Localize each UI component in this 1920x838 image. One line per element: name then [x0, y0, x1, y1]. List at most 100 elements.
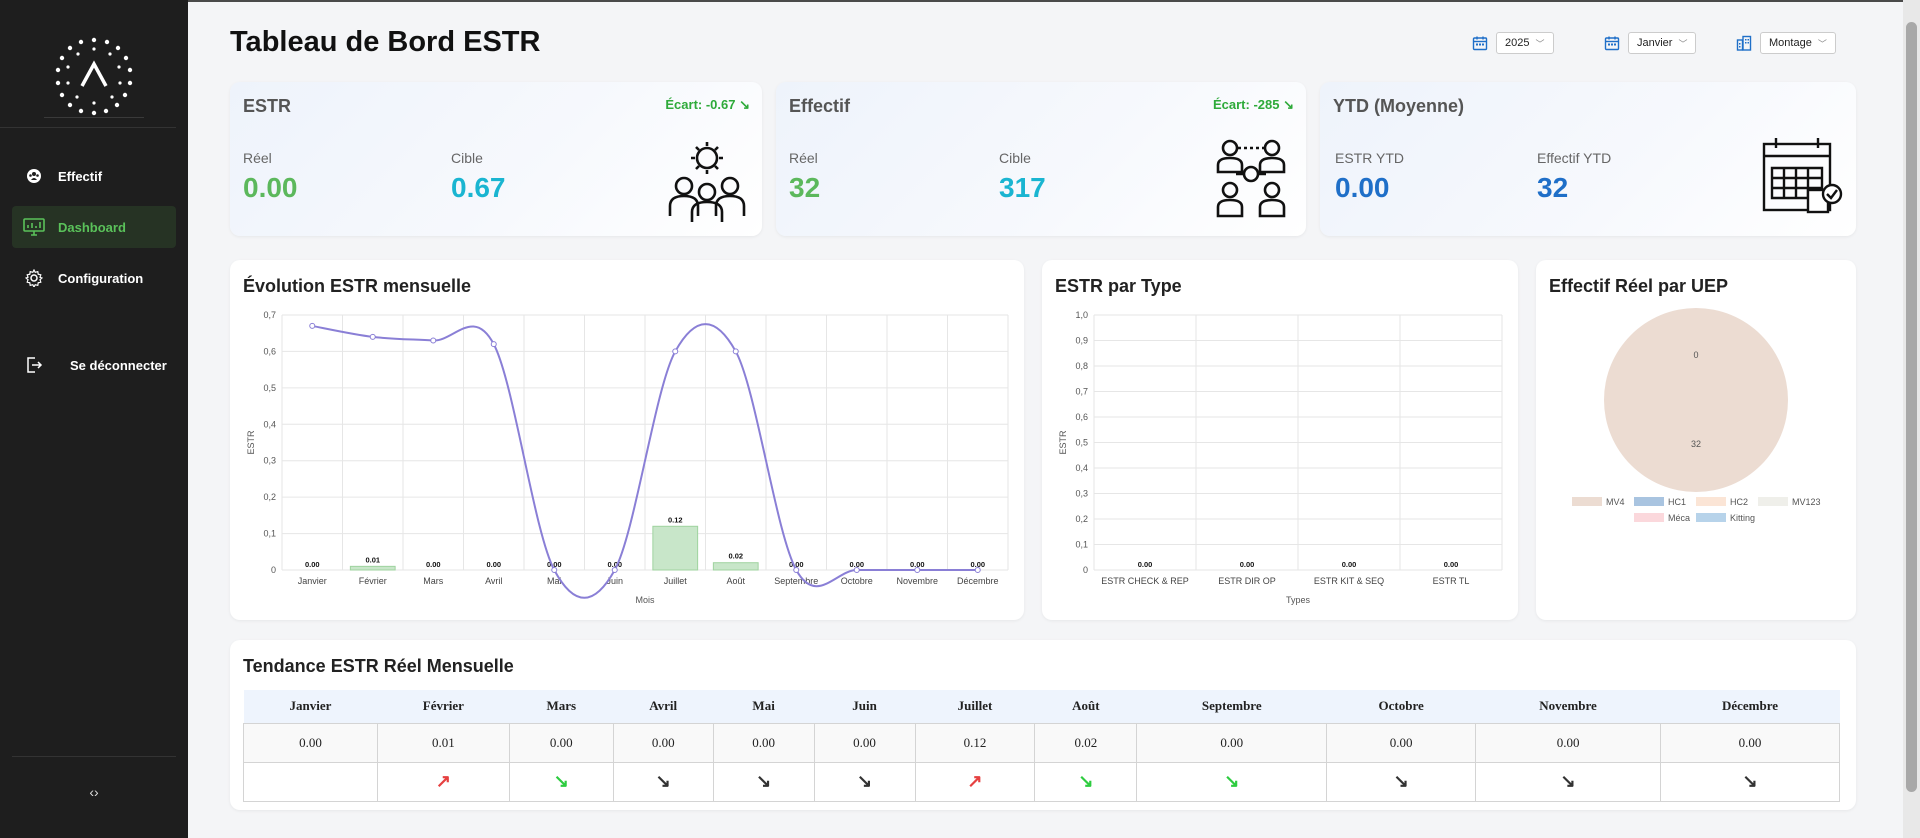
year-value: 2025	[1505, 37, 1530, 49]
table-cell: ↘	[612, 761, 714, 802]
card-title: Effectif Réel par UEP	[1549, 276, 1729, 296]
reel-value: 32	[789, 172, 821, 203]
pie-data-label: 32	[1691, 439, 1701, 449]
ecart-badge: Écart: -0.67 ↘	[665, 97, 750, 113]
data-label: 0.00	[305, 560, 320, 569]
collapse-sidebar-button[interactable]: ‹›	[82, 780, 106, 804]
pie-data-label: 0	[1693, 350, 1698, 360]
table-cell: 0.00	[712, 722, 815, 763]
table-cell: ↘	[712, 761, 815, 802]
column-header: Mars	[509, 690, 614, 723]
page-title: Tableau de Bord ESTR	[230, 26, 541, 58]
sidebar-item-label: Effectif	[58, 168, 103, 184]
year-filter: 2025 ﹀	[1472, 32, 1554, 54]
y-tick-label: 0,8	[1075, 361, 1088, 371]
legend-swatch	[1572, 497, 1602, 506]
y-tick-label: 0,4	[263, 419, 276, 429]
table-cell: ↘	[1475, 761, 1661, 802]
table-cell: 0.00	[1136, 722, 1328, 763]
chevron-down-icon: ﹀	[1678, 38, 1688, 49]
column-header: Juillet	[915, 690, 1035, 723]
trend-up-icon: ↗	[967, 771, 983, 791]
table-cell: 0.00	[1475, 722, 1661, 763]
table-cell: ↘	[813, 761, 916, 802]
x-tick-label: Juillet	[664, 576, 688, 586]
line-point	[672, 348, 679, 355]
line-point	[551, 567, 558, 573]
data-label: 0.12	[668, 515, 683, 524]
table-cell: 0.00	[1326, 722, 1477, 763]
sidebar-item-label: Dashboard	[58, 219, 126, 235]
trend-card: Tendance ESTR Réel Mensuelle Janvier Févr…	[230, 640, 1856, 810]
column-header: Septembre	[1136, 690, 1327, 723]
table-cell: ↘	[1326, 761, 1477, 802]
y-tick-label: 0,2	[1075, 514, 1088, 524]
y-tick-label: 0,4	[1075, 463, 1088, 473]
line-point	[490, 341, 497, 348]
table-cell: 0.00	[813, 722, 916, 763]
table-cell: ↘	[1034, 761, 1138, 802]
line-point	[914, 567, 921, 573]
kpi-title: YTD (Moyenne)	[1333, 96, 1465, 116]
y-tick-label: 0,6	[1075, 412, 1088, 422]
legend-swatch	[1696, 513, 1726, 522]
y-tick-label: 1,0	[1075, 310, 1088, 320]
trend-down-icon: ↘	[739, 97, 750, 112]
y-tick-label: 0,5	[1075, 438, 1088, 448]
cible-value: 317	[999, 172, 1046, 203]
bar	[349, 565, 396, 571]
x-axis-label: Types	[1286, 595, 1311, 605]
y-axis-label: ESTR	[246, 430, 256, 455]
monthly-estr-card: Évolution ESTR mensuelle 0 0,1 0,2 0,3 0,4 0,…	[230, 260, 1024, 620]
line-point	[732, 348, 739, 355]
column-header: Octobre	[1326, 690, 1476, 723]
effectif-ytd-label: Effectif YTD	[1537, 150, 1612, 166]
team-gear-illustration-icon	[668, 142, 746, 222]
data-label: 0.00	[1342, 560, 1357, 569]
column-header: Avril	[613, 690, 714, 723]
building-icon	[1736, 35, 1752, 51]
column-header: Novembre	[1475, 690, 1661, 723]
trend-flat-icon: ↘	[1560, 771, 1576, 791]
gear-icon	[22, 266, 46, 290]
table-cell	[243, 761, 378, 802]
trend-flat-icon: ↘	[655, 771, 671, 791]
calendar-icon	[1472, 36, 1488, 51]
ecart-text: Écart: -285	[1212, 97, 1280, 112]
ecart-badge: Écart: -285 ↘	[1213, 97, 1294, 113]
chevron-down-icon: ﹀	[1535, 38, 1545, 49]
y-tick-label: 0,7	[1075, 387, 1088, 397]
line-point	[309, 322, 316, 329]
trend-up-icon: ↗	[435, 771, 451, 791]
reel-value: 0.00	[243, 172, 298, 203]
x-tick-label: Décembre	[957, 576, 999, 586]
calendar-icon	[1604, 36, 1620, 51]
x-tick-label: ESTR KIT & SEQ	[1314, 576, 1384, 586]
logout-button[interactable]: Se déconnecter	[12, 344, 176, 386]
trend-down-icon: ↘	[1224, 771, 1240, 791]
data-label: 0.00	[486, 560, 501, 569]
data-label: 0.02	[728, 552, 743, 561]
effectif-uep-pie-chart: 0 32 MV4 HC1 HC2 MV123 Méca Kitting	[1572, 308, 1821, 523]
scrollbar[interactable]	[1903, 0, 1920, 838]
x-tick-label: Février	[359, 576, 387, 586]
legend-swatch	[1634, 497, 1664, 506]
team-select[interactable]: Montage ﹀	[1760, 32, 1836, 54]
sidebar-item-effectif[interactable]: Effectif	[12, 155, 176, 197]
x-tick-label: Novembre	[896, 576, 938, 586]
month-select[interactable]: Janvier ﹀	[1628, 32, 1697, 54]
column-header: Juin	[814, 690, 915, 723]
sidebar-divider	[0, 127, 176, 128]
x-tick-label: ESTR TL	[1433, 576, 1470, 586]
table-cell: ↘	[508, 761, 614, 802]
sidebar-item-configuration[interactable]: Configuration	[12, 257, 176, 299]
y-tick-label: 0,2	[263, 492, 276, 502]
year-select[interactable]: 2025 ﹀	[1496, 32, 1554, 54]
table-cell: 0.00	[508, 722, 614, 763]
column-header: Décembre	[1660, 690, 1840, 723]
legend-label: MV4	[1606, 497, 1625, 507]
y-tick-label: 0,6	[263, 346, 276, 356]
sidebar-item-dashboard[interactable]: Dashboard	[12, 206, 176, 248]
scrollbar-thumb[interactable]	[1906, 22, 1917, 792]
table-cell: ↘	[1660, 761, 1840, 802]
